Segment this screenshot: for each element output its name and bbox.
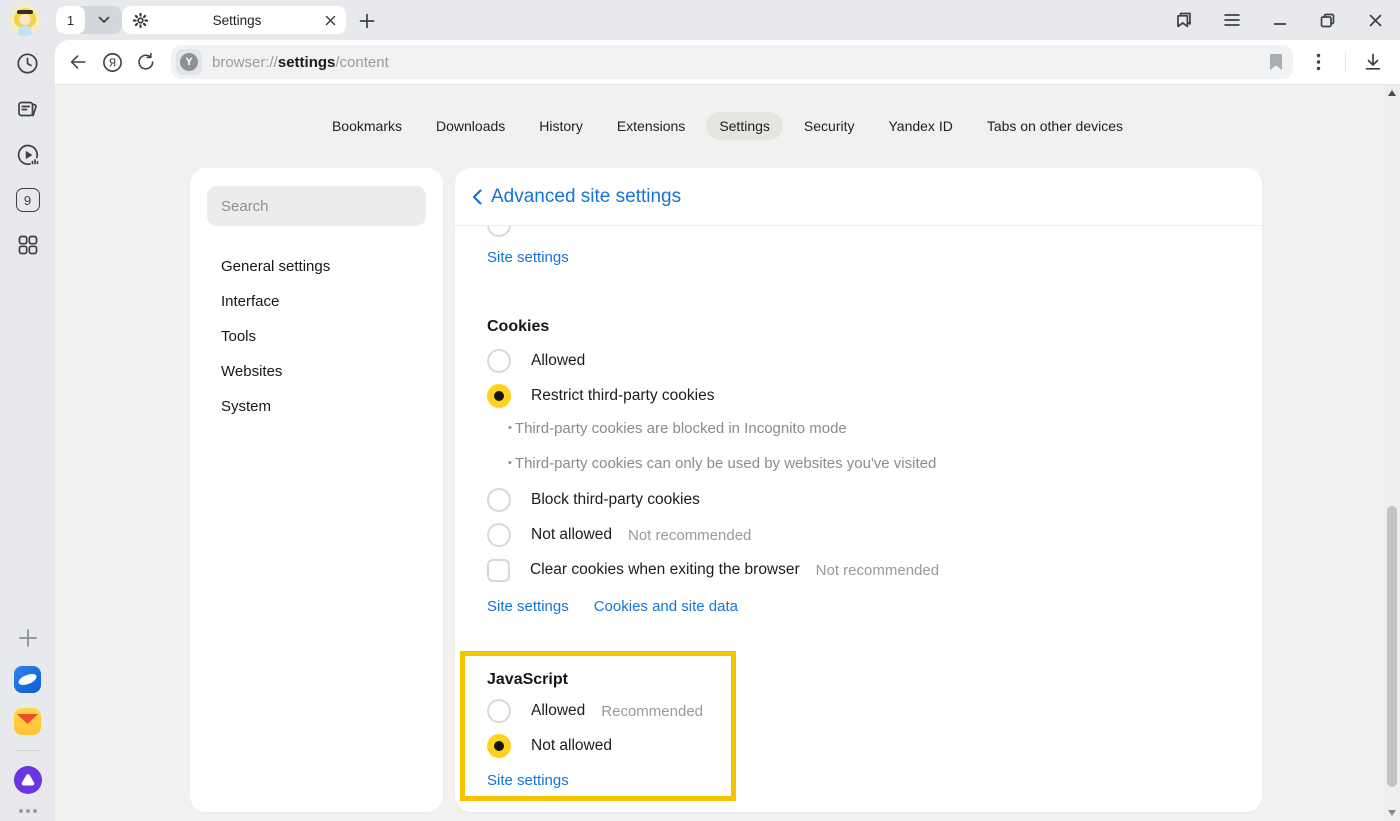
radio-button[interactable] [487, 349, 511, 373]
rail-divider [15, 750, 41, 751]
settings-top-nav: Bookmarks Downloads History Extensions S… [55, 112, 1400, 140]
alice-app-icon[interactable] [14, 766, 42, 794]
toolbar: Я Y browser://settings/content [55, 40, 1400, 84]
panels-icon[interactable] [1173, 10, 1194, 31]
nav-downloads[interactable]: Downloads [423, 112, 518, 140]
yandex-icon[interactable]: Я [95, 45, 129, 79]
feed-icon[interactable] [15, 96, 41, 122]
add-icon[interactable] [15, 625, 41, 651]
sidebar-item-interface[interactable]: Interface [207, 284, 426, 319]
browser-surface: Я Y browser://settings/content [55, 40, 1400, 821]
tab-strip: 1 Settings [0, 0, 1400, 40]
sidebar-item-tools[interactable]: Tools [207, 319, 426, 354]
chevron-down-icon[interactable] [85, 6, 122, 34]
radio-button[interactable] [487, 734, 511, 758]
radio-option-restrict-third-party: Restrict third-party cookies [487, 384, 1262, 408]
restore-icon[interactable] [1317, 10, 1338, 31]
checkbox[interactable] [487, 559, 510, 582]
new-tab-button[interactable] [356, 10, 378, 32]
recommended-note: Recommended [601, 703, 703, 720]
more-icon[interactable] [19, 809, 37, 813]
sidebar-item-system[interactable]: System [207, 389, 426, 424]
nav-bookmarks[interactable]: Bookmarks [319, 112, 415, 140]
not-recommended-note: Not recommended [628, 527, 751, 544]
refresh-icon[interactable] [129, 45, 163, 79]
not-recommended-note: Not recommended [816, 562, 939, 579]
scroll-down-icon[interactable] [1388, 810, 1396, 816]
tab-counter[interactable]: 1 [56, 6, 122, 34]
sidebar-item-general[interactable]: General settings [207, 249, 426, 284]
site-settings-link-cookies[interactable]: Site settings [487, 598, 569, 615]
settings-sidebar: General settings Interface Tools Website… [190, 168, 443, 812]
site-settings-link-top[interactable]: Site settings [487, 249, 569, 266]
cookies-bullet-1: Third-party cookies are blocked in Incog… [508, 420, 1262, 439]
menu-icon[interactable] [1221, 10, 1242, 31]
radio-option-js-not-allowed: Not allowed [487, 734, 731, 758]
radio-button[interactable] [487, 488, 511, 512]
site-settings-link-js[interactable]: Site settings [487, 772, 569, 789]
javascript-section-highlight: JavaScript Allowed Recommended Not allow… [460, 651, 736, 801]
disk-app-icon[interactable] [14, 666, 41, 693]
nav-settings[interactable]: Settings [706, 112, 783, 140]
radio-option-block-third-party: Block third-party cookies [487, 488, 1262, 512]
clipped-radio-button[interactable] [487, 226, 511, 237]
cookies-heading: Cookies [487, 318, 1262, 336]
nav-tabs-other-devices[interactable]: Tabs on other devices [974, 112, 1136, 140]
nav-extensions[interactable]: Extensions [604, 112, 698, 140]
protect-icon[interactable]: Y [176, 49, 202, 75]
back-icon[interactable] [61, 45, 95, 79]
minimize-icon[interactable] [1269, 10, 1290, 31]
scrollbar-thumb[interactable] [1387, 506, 1397, 787]
settings-page: Bookmarks Downloads History Extensions S… [55, 84, 1400, 821]
close-icon[interactable] [1365, 10, 1386, 31]
profile-avatar[interactable] [9, 4, 41, 36]
radio-button[interactable] [487, 523, 511, 547]
sidebar-item-websites[interactable]: Websites [207, 354, 426, 389]
download-icon[interactable] [1356, 45, 1390, 79]
yandex-letter: Я [108, 56, 116, 69]
close-tab-icon[interactable] [325, 15, 336, 26]
cookies-bullet-2: Third-party cookies can only be used by … [508, 455, 1262, 474]
cookies-links: Site settings Cookies and site data [487, 598, 1262, 615]
address-bar[interactable]: Y browser://settings/content [171, 45, 1293, 79]
window-controls [1173, 0, 1392, 40]
nav-history[interactable]: History [526, 112, 596, 140]
nav-yandex-id[interactable]: Yandex ID [875, 112, 965, 140]
cookies-and-site-data-link[interactable]: Cookies and site data [594, 598, 738, 615]
kebab-menu-icon[interactable] [1301, 45, 1335, 79]
toolbar-divider [1345, 52, 1346, 72]
url-text[interactable]: browser://settings/content [212, 54, 1269, 71]
tab-count[interactable]: 1 [56, 6, 85, 34]
content-panel: Advanced site settings Site settings Coo… [455, 168, 1262, 812]
content-scroll-area: Site settings Cookies Allowed Restrict t… [455, 226, 1262, 812]
search-input[interactable] [207, 186, 426, 226]
radio-button[interactable] [487, 699, 511, 723]
radio-button[interactable] [487, 384, 511, 408]
page-title[interactable]: Advanced site settings [491, 186, 681, 208]
scroll-up-icon[interactable] [1388, 90, 1396, 96]
bookmark-icon[interactable] [1269, 53, 1283, 71]
radio-option-cookies-allowed: Allowed [487, 349, 1262, 373]
media-icon[interactable] [15, 142, 41, 168]
tab-title: Settings [149, 13, 325, 28]
radio-option-cookies-not-allowed: Not allowed Not recommended [487, 523, 1262, 547]
apps-grid-icon[interactable] [15, 232, 41, 258]
side-rail: 9 [0, 40, 55, 821]
checkbox-clear-cookies: Clear cookies when exiting the browser N… [487, 558, 1262, 582]
nav-security[interactable]: Security [791, 112, 868, 140]
tab-settings[interactable]: Settings [122, 6, 346, 34]
javascript-heading: JavaScript [487, 671, 731, 689]
back-chevron-icon[interactable] [472, 189, 482, 205]
history-icon[interactable] [15, 50, 41, 76]
mail-app-icon[interactable] [14, 708, 41, 735]
badge-9-icon[interactable]: 9 [16, 188, 40, 212]
browser-window: 1 Settings [0, 0, 1400, 821]
content-header: Advanced site settings [455, 168, 1262, 226]
scrollbar[interactable] [1384, 85, 1400, 821]
gear-icon [132, 12, 149, 29]
radio-option-js-allowed: Allowed Recommended [487, 699, 731, 723]
